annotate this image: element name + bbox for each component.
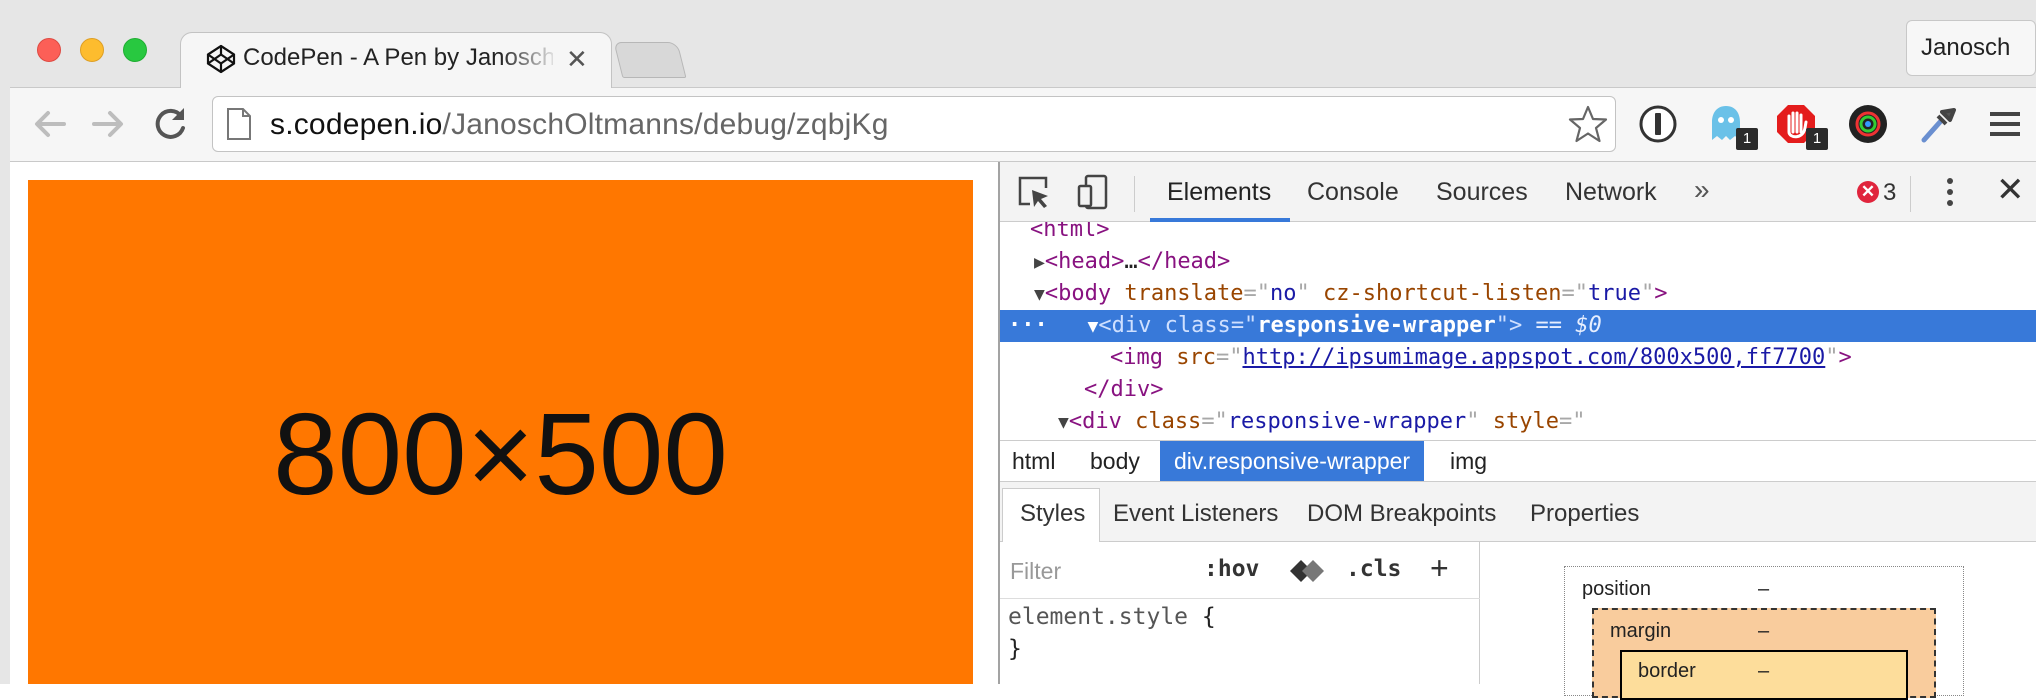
tag-name: <img [1110, 345, 1163, 370]
dom-node-selected-div[interactable]: ··· ▼<div class="responsive-wrapper"> ==… [1000, 310, 2036, 342]
tag-name: <html> [1030, 222, 1110, 242]
placeholder-image: 800×500 [28, 180, 973, 684]
back-arrow-icon[interactable] [28, 100, 72, 148]
tab-event-listeners[interactable]: Event Listeners [1113, 500, 1278, 528]
position-value[interactable]: – [1758, 578, 1769, 601]
paint-flashing-icon[interactable] [1286, 556, 1326, 586]
reload-icon[interactable] [148, 100, 192, 148]
codepen-icon [206, 44, 236, 74]
margin-value[interactable]: – [1758, 620, 1769, 643]
breadcrumb-body[interactable]: body [1090, 441, 1140, 481]
url-text[interactable]: s.codepen.io/JanoschOltmanns/debug/zqbjK… [270, 108, 889, 142]
dom-node-div-close[interactable]: </div> [1000, 374, 2036, 406]
dom-node-body[interactable]: ▼<body translate="no" cz-shortcut-listen… [1000, 278, 2036, 310]
breadcrumb-html[interactable]: html [1012, 441, 1055, 481]
tag-name: <body [1044, 281, 1112, 306]
attr-value: responsive-wrapper [1227, 409, 1467, 434]
collapsed-ellipsis: … [1124, 249, 1138, 274]
adblock-badge: 1 [1806, 128, 1828, 150]
position-label: position [1582, 578, 1651, 600]
dom-node-head[interactable]: ▶<head>…</head> [1000, 246, 2036, 278]
more-options-icon[interactable] [1938, 174, 1962, 210]
image-src-link[interactable]: http://ipsumimage.appspot.com/800x500,ff… [1242, 345, 1825, 370]
devtools-close-icon[interactable]: ✕ [1996, 170, 2025, 210]
window-minimize-button[interactable] [80, 38, 104, 62]
collapse-arrow-icon[interactable]: ▼ [1058, 412, 1069, 433]
breadcrumb: html body div.responsive-wrapper img [1000, 440, 2036, 482]
attr-name: style [1492, 409, 1559, 434]
url-host: s.codepen.io [270, 108, 443, 141]
tab-console[interactable]: Console [1307, 178, 1399, 207]
new-tab-button[interactable] [613, 42, 687, 78]
error-icon[interactable]: ✕ [1857, 181, 1879, 203]
eyedropper-icon[interactable] [1916, 102, 1960, 146]
dom-node-div-2[interactable]: ▼<div class="responsive-wrapper" style=" [1000, 406, 2036, 438]
style-rule-header[interactable]: element.style { [1008, 604, 1216, 630]
class-toggle[interactable]: .cls [1346, 556, 1401, 582]
collapse-arrow-icon[interactable]: ▼ [1088, 316, 1099, 337]
rule-selector: element.style [1008, 604, 1189, 630]
window-close-button[interactable] [37, 38, 61, 62]
tag-name: <div [1098, 313, 1152, 338]
colorzilla-icon[interactable] [1846, 102, 1890, 146]
attr-value: no [1270, 281, 1297, 306]
devtools-separator [1134, 176, 1135, 212]
device-toolbar-icon[interactable] [1076, 174, 1112, 210]
margin-label: margin [1610, 620, 1672, 642]
filter-divider [1000, 598, 1480, 599]
tab-network[interactable]: Network [1565, 178, 1657, 207]
bookmark-star-icon[interactable] [1568, 104, 1608, 144]
breadcrumb-div[interactable]: div.responsive-wrapper [1160, 441, 1425, 481]
attr-name: class [1135, 409, 1202, 434]
menu-icon[interactable] [1988, 106, 2022, 142]
tag-name: </head> [1137, 249, 1231, 274]
dom-tree: <html> ▶<head>…</head> ▼<body translate=… [1000, 222, 2036, 440]
attr-name: translate [1124, 281, 1244, 306]
node-actions-ellipsis[interactable]: ··· [1008, 313, 1048, 338]
tab-elements[interactable]: Elements [1167, 178, 1271, 207]
window-frame [0, 0, 10, 684]
styles-filter-input[interactable]: Filter [1010, 558, 1061, 585]
forward-arrow-icon[interactable] [86, 100, 130, 148]
breadcrumb-img[interactable]: img [1450, 441, 1487, 481]
1password-icon[interactable] [1636, 102, 1680, 146]
attr-value: true [1587, 281, 1641, 306]
tag-name: <head> [1044, 249, 1125, 274]
border-label: border [1638, 660, 1696, 682]
selected-node-marker: == $0 [1535, 313, 1602, 338]
attr-name: class [1164, 313, 1231, 338]
open-brace: { [1201, 604, 1216, 630]
inspect-element-icon[interactable] [1016, 174, 1052, 210]
dom-node-html[interactable]: <html> [1000, 222, 2036, 246]
tab-close-icon[interactable]: ✕ [566, 44, 588, 74]
dom-node-img[interactable]: <img src="http://ipsumimage.appspot.com/… [1000, 342, 2036, 374]
page-icon [227, 108, 251, 140]
expand-arrow-icon[interactable]: ▶ [1034, 252, 1045, 273]
attr-value: responsive-wrapper [1257, 313, 1496, 338]
tab-sources[interactable]: Sources [1436, 178, 1528, 207]
window-maximize-button[interactable] [123, 38, 147, 62]
profile-button[interactable]: Janosch [1906, 20, 2036, 76]
tab-dom-breakpoints[interactable]: DOM Breakpoints [1307, 500, 1496, 528]
style-rule-close: } [1008, 636, 1022, 662]
attr-name: cz-shortcut-listen [1323, 281, 1562, 306]
ghostery-badge: 1 [1736, 128, 1758, 150]
placeholder-image-text: 800×500 [273, 389, 728, 519]
error-count[interactable]: 3 [1883, 179, 1896, 207]
border-value[interactable]: – [1758, 660, 1769, 683]
new-style-rule-button[interactable]: + [1430, 550, 1449, 586]
tab-styles[interactable]: Styles [1020, 500, 1085, 528]
more-tabs-button[interactable]: » [1694, 174, 1710, 206]
collapse-arrow-icon[interactable]: ▼ [1034, 284, 1045, 305]
tab-title-fade [500, 40, 560, 76]
devtools-separator-2 [1910, 176, 1911, 212]
tag-name: </div> [1084, 377, 1164, 402]
tag-name: <div [1068, 409, 1122, 434]
attr-name: src [1176, 345, 1216, 370]
tab-properties[interactable]: Properties [1530, 500, 1639, 528]
hover-state-toggle[interactable]: :hov [1204, 556, 1259, 582]
url-path: /JanoschOltmanns/debug/zqbjKg [442, 108, 889, 141]
